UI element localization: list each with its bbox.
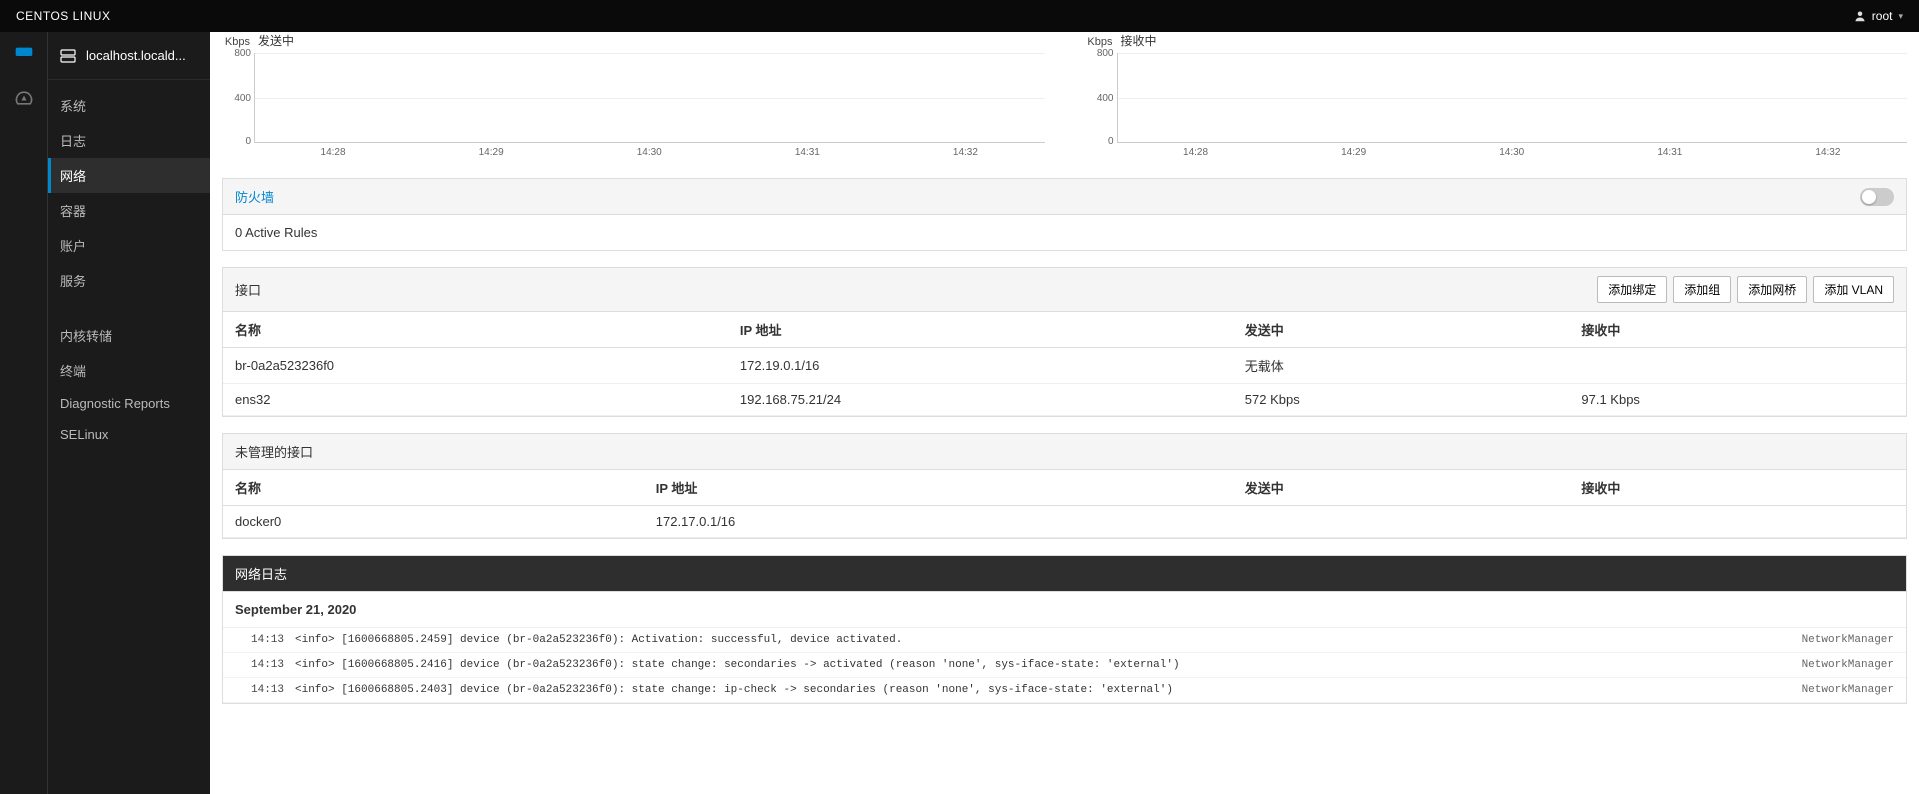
cell-name: ens32 (223, 384, 728, 416)
xtick: 14:28 (1183, 147, 1208, 158)
sidebar-item-diagnostic[interactable]: Diagnostic Reports (48, 388, 210, 419)
sidebar-item-containers[interactable]: 容器 (48, 193, 210, 228)
col-name: 名称 (223, 470, 644, 506)
sidebar-item-selinux[interactable]: SELinux (48, 419, 210, 450)
logs-title: 网络日志 (235, 564, 287, 583)
add-team-button[interactable]: 添加组 (1673, 276, 1731, 303)
log-source: NetworkManager (1802, 659, 1894, 671)
firewall-link[interactable]: 防火墙 (235, 187, 274, 206)
user-menu[interactable]: root ▾ (1854, 9, 1903, 23)
cell-recv (1569, 506, 1906, 538)
dashboard-icon[interactable] (14, 88, 34, 111)
xtick: 14:32 (953, 147, 978, 158)
sidebar-item-services[interactable]: 服务 (48, 263, 210, 298)
cell-ip: 192.168.75.21/24 (728, 384, 1233, 416)
add-bridge-button[interactable]: 添加网桥 (1737, 276, 1807, 303)
ytick: 0 (1088, 136, 1114, 147)
log-time: 14:13 (251, 659, 295, 671)
sidebar-item-accounts[interactable]: 账户 (48, 228, 210, 263)
sidebar-item-logs[interactable]: 日志 (48, 123, 210, 158)
firewall-panel: 防火墙 0 Active Rules (222, 178, 1907, 251)
col-name: 名称 (223, 312, 728, 348)
xtick: 14:29 (479, 147, 504, 158)
cell-ip: 172.17.0.1/16 (644, 506, 1233, 538)
user-icon (1854, 10, 1866, 22)
brand-label: CENTOS LINUX (16, 9, 110, 23)
cell-send (1233, 506, 1570, 538)
col-recv: 接收中 (1569, 470, 1906, 506)
col-ip: IP 地址 (644, 470, 1233, 506)
xtick: 14:31 (1657, 147, 1682, 158)
log-source: NetworkManager (1802, 684, 1894, 696)
sidebar-item-network[interactable]: 网络 (48, 158, 210, 193)
chart-recv: Kbps 接收中 800 400 0 14:28 14:29 14:30 (1085, 32, 1908, 158)
cell-recv: 97.1 Kbps (1569, 384, 1906, 416)
cell-name: docker0 (223, 506, 644, 538)
col-recv: 接收中 (1569, 312, 1906, 348)
log-msg: <info> [1600668805.2403] device (br-0a2a… (295, 684, 1782, 696)
ytick: 800 (1088, 48, 1114, 59)
add-bond-button[interactable]: 添加绑定 (1597, 276, 1667, 303)
host-header[interactable]: localhost.locald... (48, 32, 210, 80)
log-source: NetworkManager (1802, 634, 1894, 646)
logs-panel: 网络日志 September 21, 2020 14:13<info> [160… (222, 555, 1907, 704)
table-row[interactable]: ens32192.168.75.21/24572 Kbps97.1 Kbps (223, 384, 1906, 416)
xtick: 14:28 (321, 147, 346, 158)
chevron-down-icon: ▾ (1898, 11, 1903, 22)
user-name: root (1872, 9, 1893, 23)
interfaces-title: 接口 (235, 280, 261, 299)
log-row[interactable]: 14:13<info> [1600668805.2416] device (br… (223, 653, 1906, 678)
server-icon (60, 48, 76, 64)
cell-ip: 172.19.0.1/16 (728, 348, 1233, 384)
add-vlan-button[interactable]: 添加 VLAN (1813, 276, 1894, 303)
table-row[interactable]: br-0a2a523236f0172.19.0.1/16无载体 (223, 348, 1906, 384)
firewall-status: 0 Active Rules (223, 215, 1906, 250)
log-row[interactable]: 14:13<info> [1600668805.2403] device (br… (223, 678, 1906, 703)
chart-unit: Kbps (222, 36, 250, 48)
sidebar-item-system[interactable]: 系统 (48, 88, 210, 123)
ytick: 0 (225, 136, 251, 147)
main-content: Kbps 发送中 800 400 0 14:28 14:29 14:30 (210, 32, 1919, 794)
col-send: 发送中 (1233, 470, 1570, 506)
logs-date: September 21, 2020 (223, 592, 1906, 628)
interfaces-panel: 接口 添加绑定 添加组 添加网桥 添加 VLAN 名称 IP 地址 发送中 接收… (222, 267, 1907, 417)
chart-title-recv: 接收中 (1121, 32, 1157, 49)
ytick: 400 (1088, 93, 1114, 104)
cell-send: 无载体 (1233, 348, 1570, 384)
cell-name: br-0a2a523236f0 (223, 348, 728, 384)
sidebar: localhost.locald... 系统 日志 网络 容器 账户 服务 内核… (48, 32, 210, 794)
chart-send: Kbps 发送中 800 400 0 14:28 14:29 14:30 (222, 32, 1045, 158)
unmanaged-title: 未管理的接口 (235, 442, 313, 461)
firewall-toggle[interactable] (1860, 188, 1894, 206)
ytick: 800 (225, 48, 251, 59)
xtick: 14:30 (1499, 147, 1524, 158)
chart-unit: Kbps (1085, 36, 1113, 48)
topbar: CENTOS LINUX root ▾ (0, 0, 1919, 32)
cell-recv (1569, 348, 1906, 384)
xtick: 14:31 (795, 147, 820, 158)
log-msg: <info> [1600668805.2416] device (br-0a2a… (295, 659, 1782, 671)
xtick: 14:29 (1341, 147, 1366, 158)
cell-send: 572 Kbps (1233, 384, 1570, 416)
chart-title-send: 发送中 (258, 32, 294, 49)
icon-sidebar (0, 32, 48, 794)
log-msg: <info> [1600668805.2459] device (br-0a2a… (295, 634, 1782, 646)
host-name: localhost.locald... (86, 48, 186, 63)
log-time: 14:13 (251, 634, 295, 646)
ytick: 400 (225, 93, 251, 104)
sidebar-item-kdump[interactable]: 内核转储 (48, 318, 210, 353)
log-time: 14:13 (251, 684, 295, 696)
col-send: 发送中 (1233, 312, 1570, 348)
log-row[interactable]: 14:13<info> [1600668805.2459] device (br… (223, 628, 1906, 653)
xtick: 14:32 (1815, 147, 1840, 158)
sidebar-item-terminal[interactable]: 终端 (48, 353, 210, 388)
host-icon[interactable] (14, 46, 34, 60)
table-row[interactable]: docker0172.17.0.1/16 (223, 506, 1906, 538)
col-ip: IP 地址 (728, 312, 1233, 348)
xtick: 14:30 (637, 147, 662, 158)
unmanaged-panel: 未管理的接口 名称 IP 地址 发送中 接收中 docker0172.17.0.… (222, 433, 1907, 539)
